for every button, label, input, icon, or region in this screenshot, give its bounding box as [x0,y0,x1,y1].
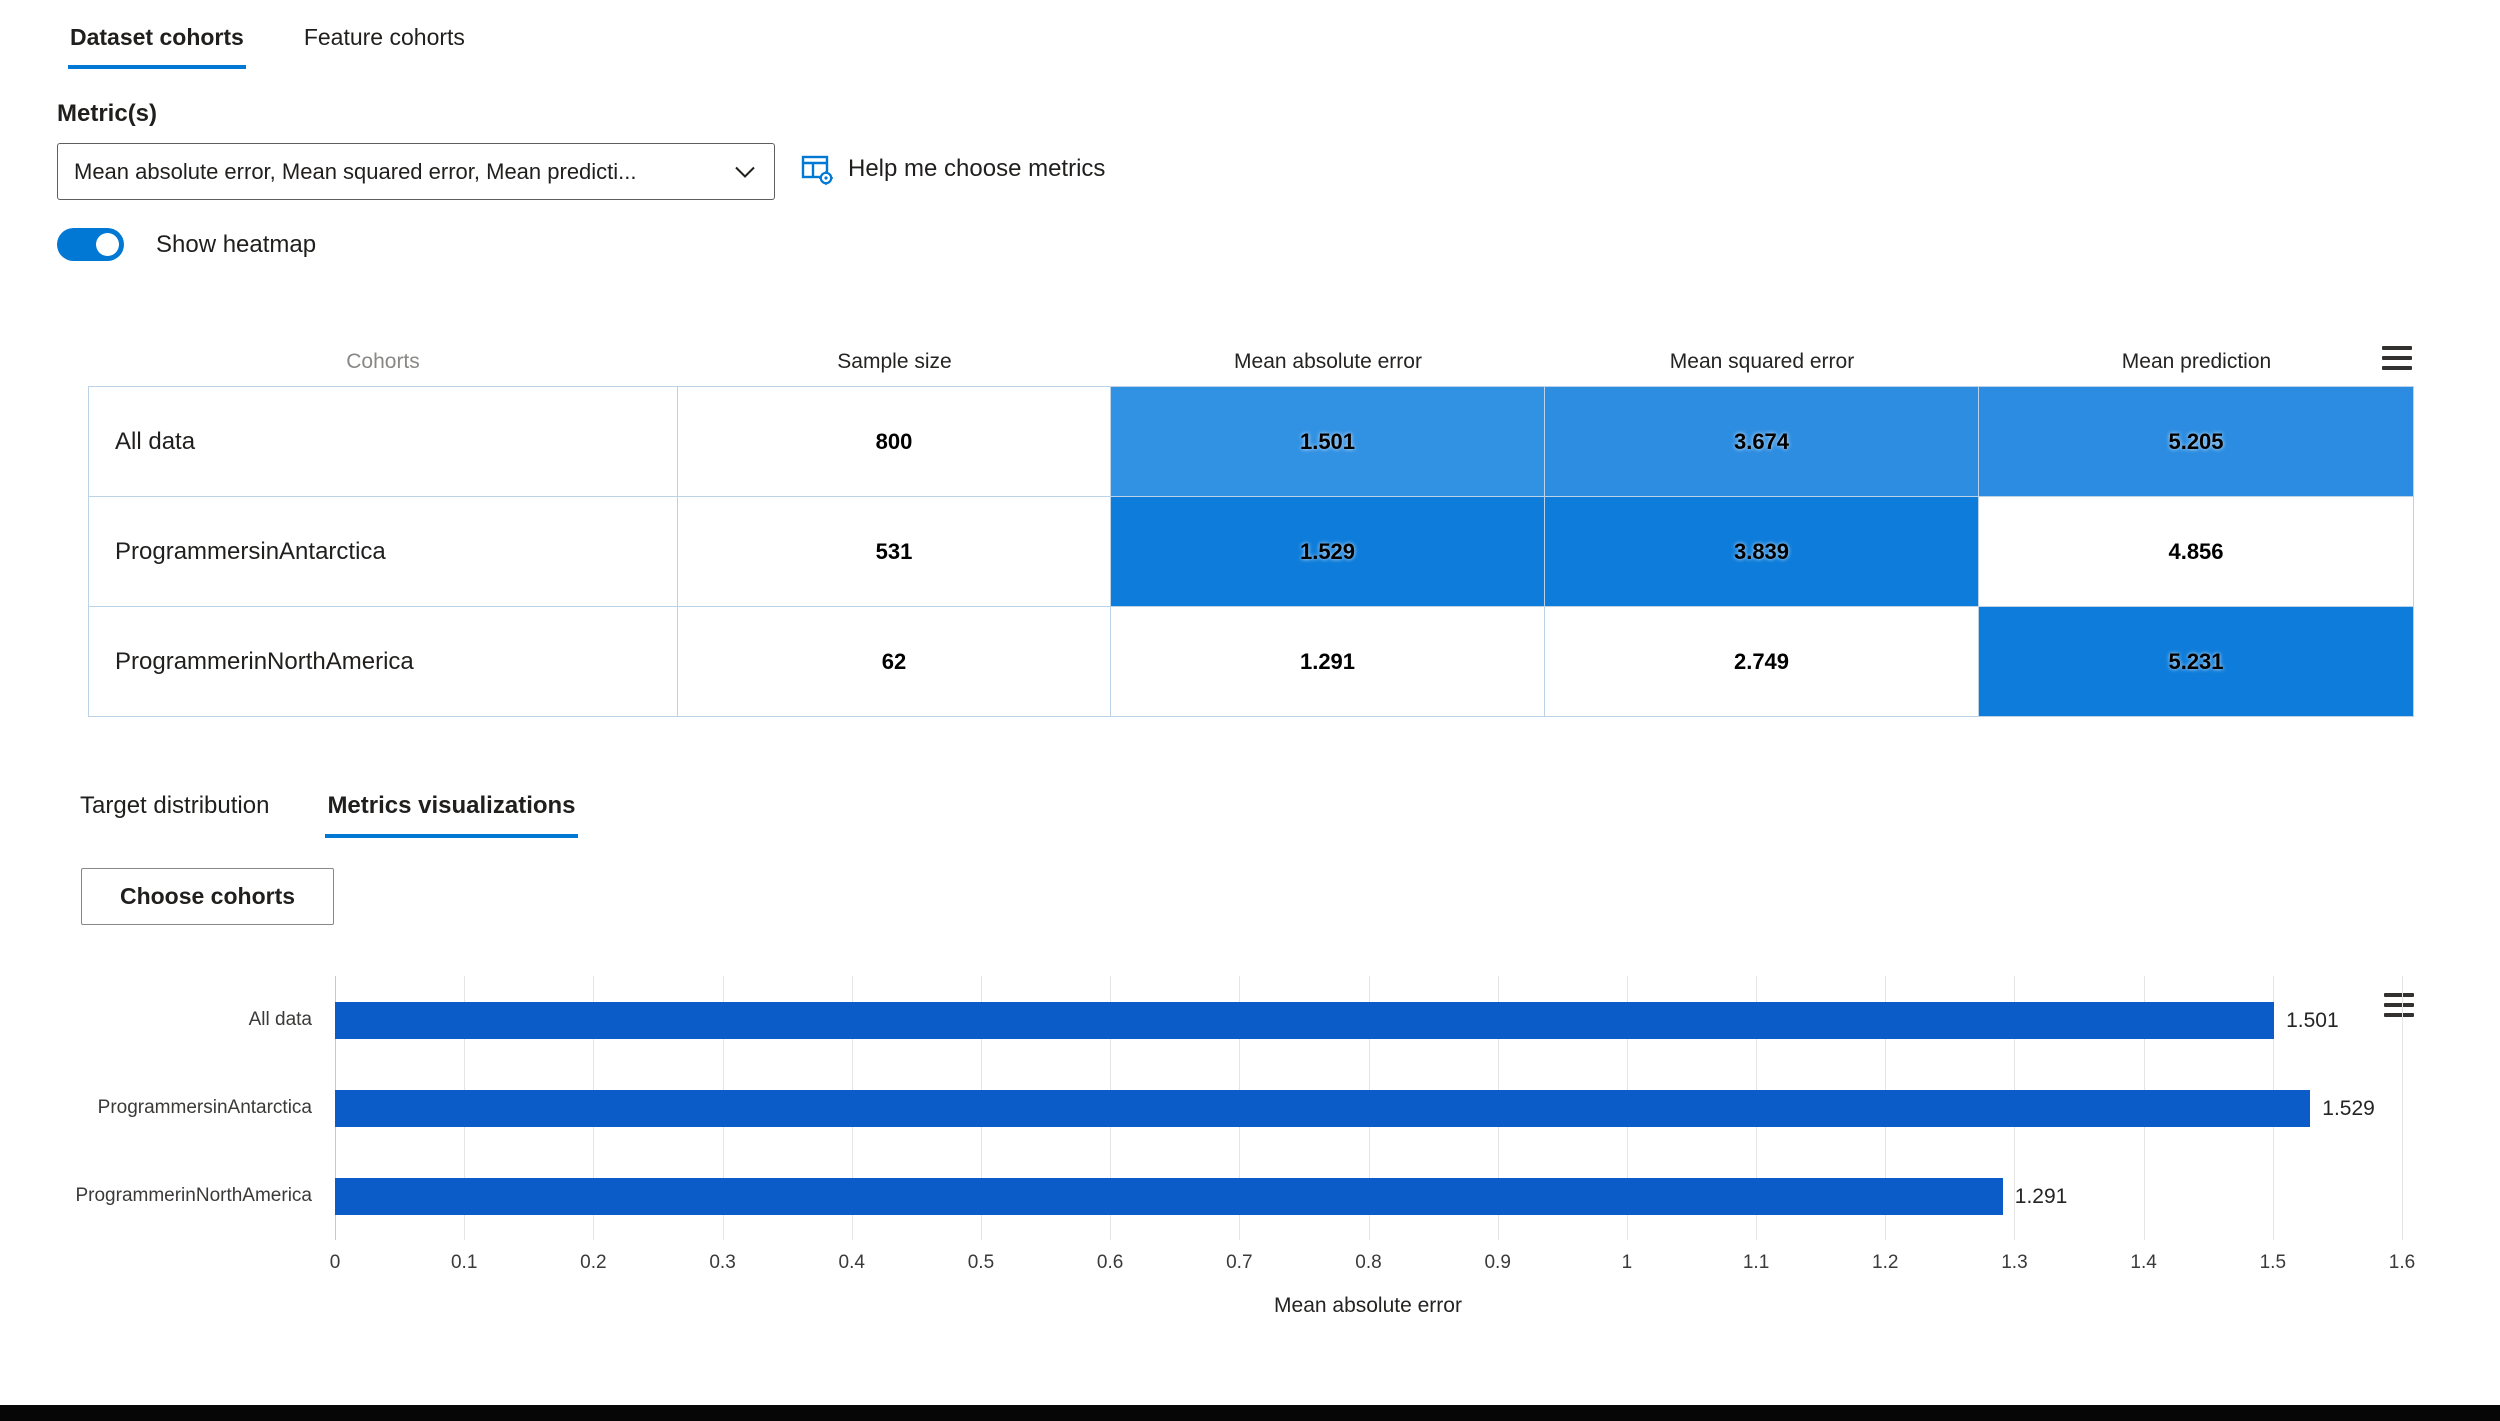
column-header-sample-size: Sample size [837,350,952,373]
table-row: ProgrammersinAntarctica 531 1.529 3.839 4.85… [89,497,2414,607]
x-tick-label: 0.9 [1484,1252,1511,1273]
table-menu-icon[interactable] [2382,346,2412,370]
column-header-mae: Mean absolute error [1234,350,1422,373]
bar-value-label: 1.529 [2322,1096,2375,1120]
metrics-dropdown[interactable]: Mean absolute error, Mean squared error,… [57,143,775,200]
cohort-type-tabs: Dataset cohorts Feature cohorts [68,18,467,69]
cohort-metrics-table: Cohorts Sample size Mean absolute error … [88,338,2414,717]
show-heatmap-toggle[interactable] [57,228,124,261]
chart-gridline [722,976,724,1240]
toggle-knob [96,233,119,256]
chart-bar [335,1001,2275,1039]
heatmap-metric-cell: 3.839 [1545,497,1979,607]
chart-gridline [2014,976,2016,1240]
chart-gridline [851,976,853,1240]
x-tick-label: 0.7 [1226,1252,1253,1273]
heatmap-metric-cell: 4.856 [1979,497,2414,607]
bar-value-label: 1.291 [2014,1184,2068,1208]
chart-bar [335,1089,2311,1127]
choose-cohorts-button[interactable]: Choose cohorts [81,868,334,925]
bottom-edge-bar [0,1405,2500,1421]
x-tick-label: 0.3 [709,1252,736,1273]
x-tick-label: 1.1 [1742,1252,1770,1273]
tab-target-distribution[interactable]: Target distribution [78,786,271,838]
column-header-mean-prediction: Mean prediction [2121,350,2272,373]
table-body: All data 800 1.501 3.674 5.205 ProgrammersinA… [88,386,2414,717]
show-heatmap-row: Show heatmap [57,228,316,261]
heatmap-metric-cell: 2.749 [1545,607,1979,717]
chevron-down-icon [734,165,756,178]
tab-metrics-visualizations[interactable]: Metrics visualizations [325,786,578,838]
x-tick-label: 1.3 [2001,1252,2028,1273]
metrics-dropdown-value: Mean absolute error, Mean squared error,… [74,158,637,184]
chart-bar [335,1177,2003,1215]
table-row: ProgrammerinNorthAmerica 62 1.291 2.749 5.23… [89,607,2414,717]
bar-value-label: 1.501 [2286,1008,2339,1032]
chart-category-label: All data [248,1009,312,1030]
metrics-label: Metric(s) [57,100,158,127]
tab-dataset-cohorts[interactable]: Dataset cohorts [68,18,246,69]
chart-gridline [1497,976,1499,1240]
chart-x-axis-title: Mean absolute error [1274,1294,1462,1317]
sample-size-cell: 800 [678,387,1111,497]
table-header-row: Cohorts Sample size Mean absolute error … [88,338,2414,386]
x-tick-label: 1.6 [2388,1252,2416,1273]
x-tick-label: 0.6 [1096,1252,1124,1273]
model-overview-page: Dataset cohorts Feature cohorts Metric(s… [0,0,2500,1421]
chart-gridline [1110,976,1112,1240]
heatmap-metric-cell: 5.205 [1979,387,2414,497]
x-tick-label: 0.2 [580,1252,607,1273]
chart-gridline [335,976,336,1240]
column-header-cohorts: Cohorts [346,350,420,373]
table-row: All data 800 1.501 3.674 5.205 [89,387,2414,497]
x-tick-label: 0 [329,1252,341,1273]
x-tick-label: 1.5 [2259,1252,2287,1273]
cohort-name-cell: ProgrammerinNorthAmerica [89,607,678,717]
visualization-tabs: Target distribution Metrics visualizatio… [78,786,578,838]
chart-gridline [2272,976,2274,1240]
x-tick-label: 1 [1621,1252,1633,1273]
chart-gridline [1626,976,1628,1240]
sample-size-cell: 531 [678,497,1111,607]
help-choose-metrics-label: Help me choose metrics [848,155,1106,182]
heatmap-metric-cell: 5.231 [1979,607,2414,717]
metrics-settings-icon [800,152,834,186]
x-tick-label: 0.1 [450,1252,478,1273]
x-tick-label: 0.4 [838,1252,865,1273]
chart-category-label: ProgrammerinNorthAmerica [75,1185,312,1206]
tab-feature-cohorts[interactable]: Feature cohorts [302,18,467,69]
heatmap-metric-cell: 1.501 [1111,387,1545,497]
chart-gridline [2143,976,2145,1240]
heatmap-metric-cell: 3.674 [1545,387,1979,497]
chart-gridline [1756,976,1758,1240]
show-heatmap-label: Show heatmap [156,230,317,258]
column-header-mse: Mean squared error [1669,350,1855,373]
heatmap-metric-cell: 1.291 [1111,607,1545,717]
chart-gridline [593,976,595,1240]
chart-category-label: ProgrammersinAntarctica [97,1097,312,1118]
cohort-name-cell: ProgrammersinAntarctica [89,497,678,607]
x-tick-label: 1.2 [1872,1252,1899,1273]
x-tick-label: 1.4 [2130,1252,2157,1273]
sample-size-cell: 62 [678,607,1111,717]
help-choose-metrics-button[interactable]: Help me choose metrics [800,152,1105,186]
chart-gridline [464,976,466,1240]
chart-menu-icon[interactable] [2384,993,2414,1017]
x-tick-label: 0.8 [1355,1252,1382,1273]
cohort-name-cell: All data [89,387,678,497]
chart-gridline [1885,976,1887,1240]
heatmap-metric-cell: 1.529 [1111,497,1545,607]
chart-gridline [1368,976,1370,1240]
x-tick-label: 0.5 [967,1252,995,1273]
chart-gridline [980,976,982,1240]
chart-gridline [1239,976,1241,1240]
